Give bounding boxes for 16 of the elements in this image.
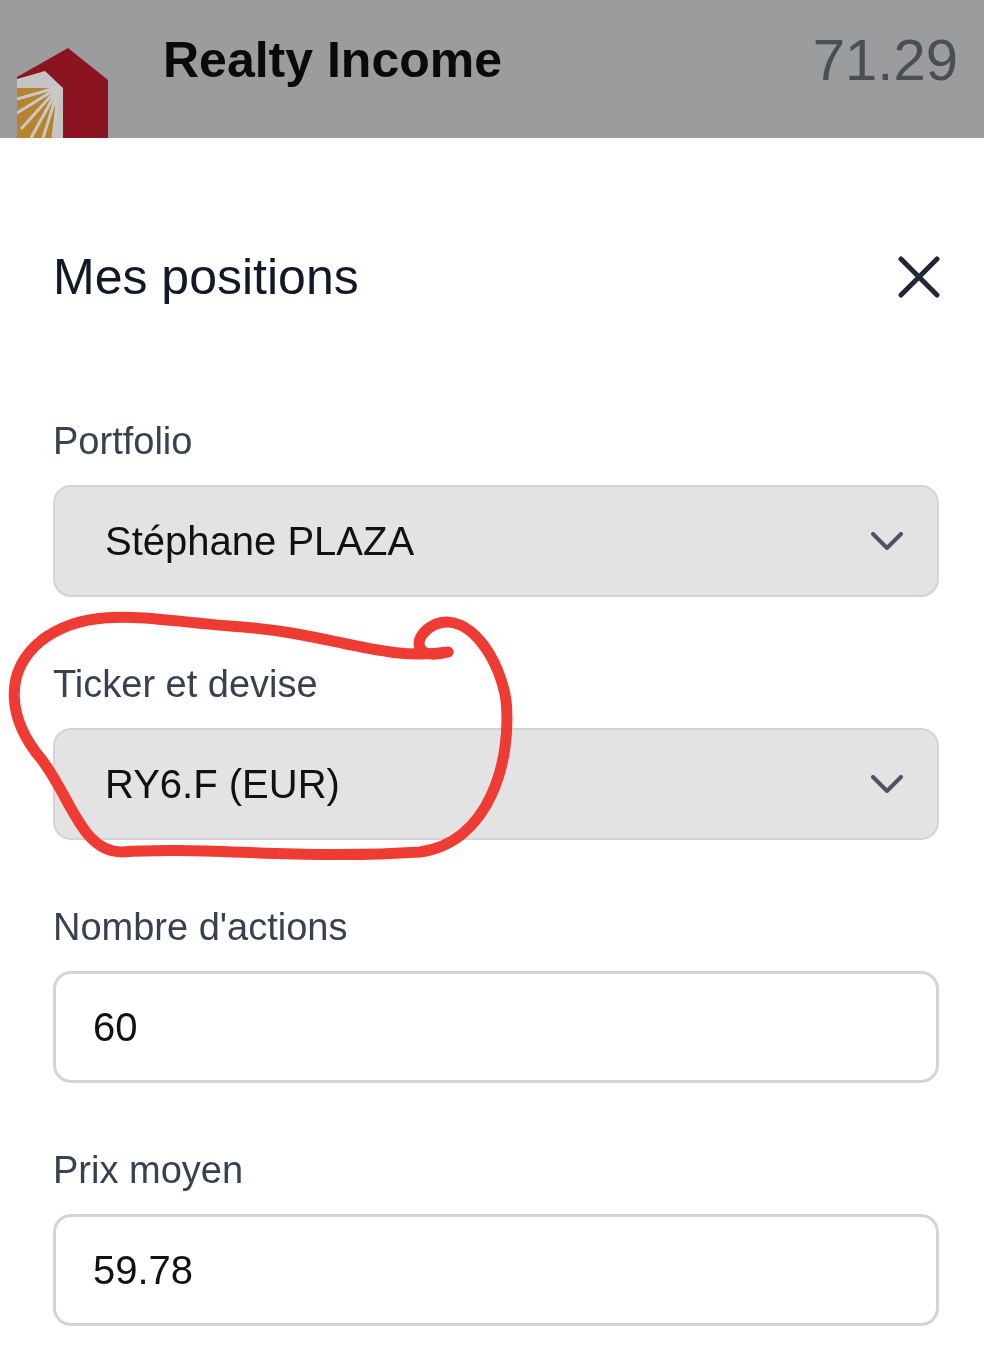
input-field[interactable]: 60 — [53, 971, 939, 1083]
close-button[interactable] — [898, 256, 940, 298]
field-label: Ticker et devise — [53, 662, 318, 707]
chevron-down-icon — [871, 775, 903, 793]
close-icon — [898, 256, 940, 298]
company-name: Realty Income — [163, 31, 502, 90]
dropdown-field[interactable]: RY6.F (EUR) — [53, 728, 939, 840]
dropdown-field[interactable]: Stéphane PLAZA — [53, 485, 939, 597]
field-label: Portfolio — [53, 419, 193, 464]
hexagon-logo-icon — [17, 47, 109, 138]
field-label: Prix moyen — [53, 1148, 244, 1193]
input-field[interactable]: 59.78 — [53, 1214, 939, 1326]
stock-price: 71.29 — [812, 26, 958, 94]
field-label: Nombre d'actions — [53, 905, 348, 950]
sheet-title: Mes positions — [53, 248, 359, 307]
chevron-down-icon — [871, 532, 903, 550]
